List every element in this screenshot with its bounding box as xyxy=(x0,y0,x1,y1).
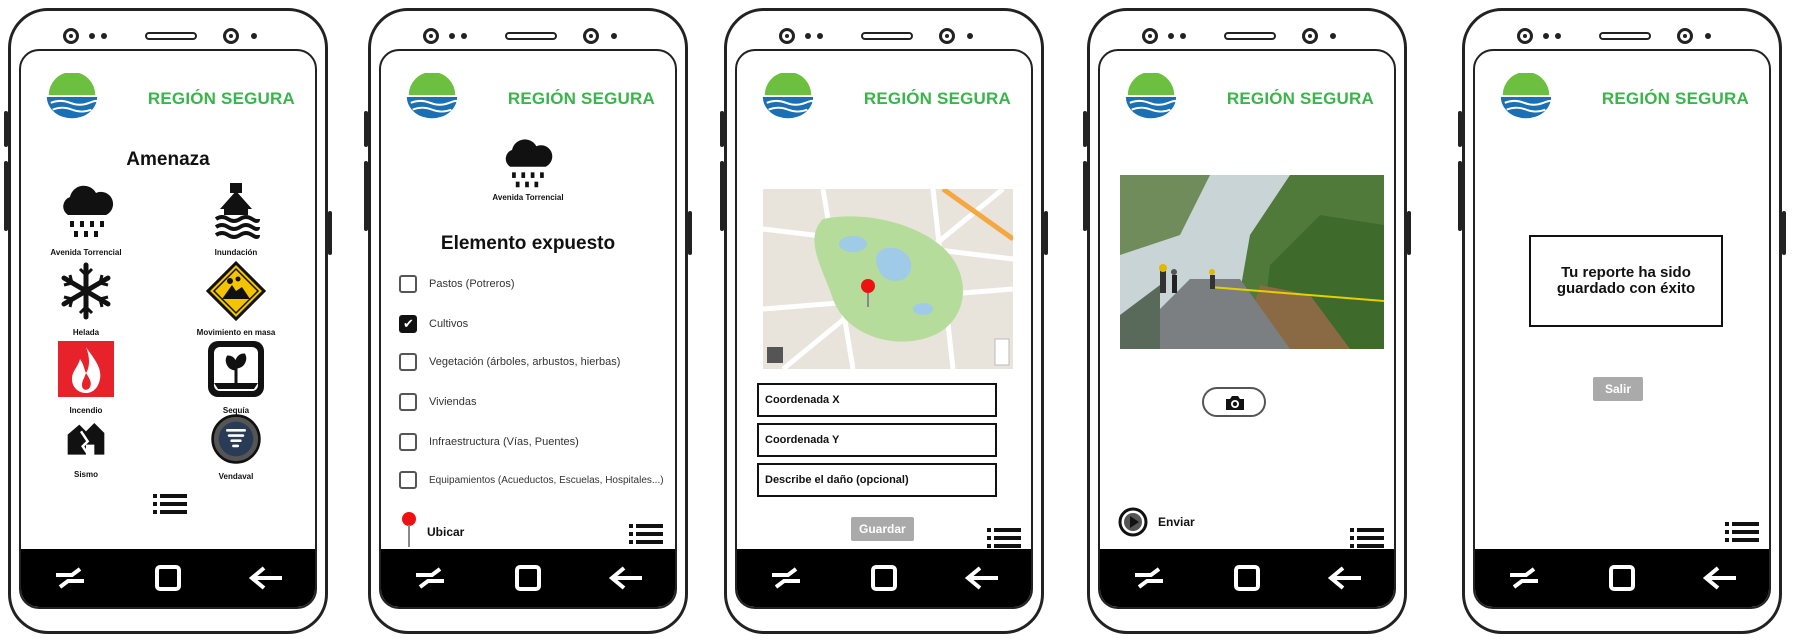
threat-avenida-torrencial[interactable]: Avenida Torrencial xyxy=(21,181,151,257)
recent-apps-icon[interactable] xyxy=(1129,558,1169,598)
phone-4: REGIÓN SEGURA Enviar xyxy=(1083,8,1411,634)
map-view[interactable] xyxy=(763,189,1013,369)
location-pin-icon[interactable] xyxy=(401,511,417,549)
coordinate-x-input[interactable]: Coordenada X xyxy=(757,383,997,417)
recent-apps-icon[interactable] xyxy=(1504,558,1544,598)
screen-amenaza: REGIÓN SEGURA Amenaza Avenida Torrencial… xyxy=(19,49,317,609)
region-segura-logo xyxy=(1122,73,1180,123)
screen-confirmacion: REGIÓN SEGURA Tu reporte ha sido guardad… xyxy=(1473,49,1771,609)
threat-movimiento-en-masa[interactable]: Movimiento en masa xyxy=(171,260,301,337)
camera-icon xyxy=(1226,396,1244,410)
flood-house-icon xyxy=(214,183,260,239)
phone-3: REGIÓN SEGURA Coordenada X Coordenada Y … xyxy=(720,8,1048,634)
option-cultivos[interactable]: Cultivos xyxy=(399,315,665,333)
selected-threat-label: Avenida Torrencial xyxy=(492,193,564,202)
recent-apps-icon[interactable] xyxy=(766,558,806,598)
checkbox[interactable] xyxy=(399,393,417,411)
recent-apps-icon[interactable] xyxy=(410,558,450,598)
brand-title: REGIÓN SEGURA xyxy=(863,89,1011,108)
option-vegetacion[interactable]: Vegetación (árboles, arbustos, hierbas) xyxy=(399,353,665,371)
checkbox[interactable] xyxy=(399,471,417,489)
exit-button[interactable]: Salir xyxy=(1593,377,1644,401)
option-infraestructura[interactable]: Infraestructura (Vías, Puentes) xyxy=(399,433,665,451)
brand-title: REGIÓN SEGURA xyxy=(1601,89,1749,108)
recent-apps-icon[interactable] xyxy=(50,558,90,598)
fire-icon xyxy=(58,341,114,397)
android-nav-bar xyxy=(1100,549,1394,607)
send-label[interactable]: Enviar xyxy=(1158,515,1195,529)
camera-button[interactable] xyxy=(1202,387,1266,417)
region-segura-logo xyxy=(43,73,101,123)
rain-cloud-icon xyxy=(497,135,557,191)
phone-top-bar xyxy=(371,25,685,47)
back-icon[interactable] xyxy=(246,558,286,598)
tornado-icon xyxy=(211,414,261,464)
menu-list-icon[interactable] xyxy=(153,493,187,515)
threat-sismo[interactable]: Sismo xyxy=(21,413,151,479)
home-icon[interactable] xyxy=(1602,558,1642,598)
screen-ubicacion: REGIÓN SEGURA Coordenada X Coordenada Y … xyxy=(735,49,1033,609)
threat-incendio[interactable]: Incendio xyxy=(21,339,151,415)
menu-list-icon[interactable] xyxy=(1350,527,1384,549)
option-equipamientos[interactable]: Equipamientos (Acueductos, Escuelas, Hos… xyxy=(399,471,665,489)
back-icon[interactable] xyxy=(606,558,646,598)
threat-helada[interactable]: Helada xyxy=(21,261,151,337)
home-icon[interactable] xyxy=(148,558,188,598)
landslide-photo xyxy=(1120,175,1384,349)
coordinate-y-input[interactable]: Coordenada Y xyxy=(757,423,997,457)
android-nav-bar xyxy=(737,549,1031,607)
drought-icon xyxy=(208,341,264,397)
phone-top-bar xyxy=(11,25,325,47)
region-segura-logo xyxy=(403,73,461,123)
home-icon[interactable] xyxy=(1227,558,1267,598)
back-icon[interactable] xyxy=(1325,558,1365,598)
save-button[interactable]: Guardar xyxy=(851,517,914,541)
brand-title: REGIÓN SEGURA xyxy=(1226,89,1374,108)
checkbox[interactable] xyxy=(399,353,417,371)
android-nav-bar xyxy=(381,549,675,607)
menu-list-icon[interactable] xyxy=(629,523,663,545)
checkbox-checked[interactable] xyxy=(399,315,417,333)
section-title: Elemento expuesto xyxy=(440,233,616,254)
home-icon[interactable] xyxy=(864,558,904,598)
android-nav-bar xyxy=(1475,549,1769,607)
page-title: Amenaza xyxy=(126,149,210,170)
checkbox[interactable] xyxy=(399,275,417,293)
phone-5: REGIÓN SEGURA Tu reporte ha sido guardad… xyxy=(1458,8,1786,634)
option-viviendas[interactable]: Viviendas xyxy=(399,393,665,411)
snowflake-icon xyxy=(61,262,111,320)
phone-top-bar xyxy=(727,25,1041,47)
phone-top-bar xyxy=(1090,25,1404,47)
region-segura-logo xyxy=(759,73,817,123)
option-pastos[interactable]: Pastos (Potreros) xyxy=(399,275,665,293)
menu-list-icon[interactable] xyxy=(987,527,1021,549)
landslide-sign-icon xyxy=(205,260,267,322)
back-icon[interactable] xyxy=(962,558,1002,598)
earthquake-icon xyxy=(67,423,105,458)
back-icon[interactable] xyxy=(1700,558,1740,598)
threat-vendaval[interactable]: Vendaval xyxy=(171,413,301,481)
brand-title: REGIÓN SEGURA xyxy=(507,89,655,108)
play-send-icon[interactable] xyxy=(1118,507,1148,537)
success-dialog: Tu reporte ha sido guardado con éxito xyxy=(1529,235,1723,327)
locate-label[interactable]: Ubicar xyxy=(427,525,464,539)
checkbox[interactable] xyxy=(399,433,417,451)
rain-cloud-icon xyxy=(56,181,116,241)
success-message: Tu reporte ha sido guardado con éxito xyxy=(1556,264,1696,297)
phone-1: REGIÓN SEGURA Amenaza Avenida Torrencial… xyxy=(4,8,332,634)
screen-foto: REGIÓN SEGURA Enviar xyxy=(1098,49,1396,609)
region-segura-logo xyxy=(1497,73,1555,123)
menu-list-icon[interactable] xyxy=(1725,521,1759,543)
screen-elemento-expuesto: REGIÓN SEGURA Avenida Torrencial Element… xyxy=(379,49,677,609)
threat-sequia[interactable]: Sequía xyxy=(171,339,301,415)
threat-inundacion[interactable]: Inundación xyxy=(171,181,301,257)
brand-title: REGIÓN SEGURA xyxy=(147,89,295,108)
damage-description-input[interactable]: Describe el daño (opcional) xyxy=(757,463,997,497)
home-icon[interactable] xyxy=(508,558,548,598)
phone-2: REGIÓN SEGURA Avenida Torrencial Element… xyxy=(364,8,692,634)
phone-top-bar xyxy=(1465,25,1779,47)
android-nav-bar xyxy=(21,549,315,607)
